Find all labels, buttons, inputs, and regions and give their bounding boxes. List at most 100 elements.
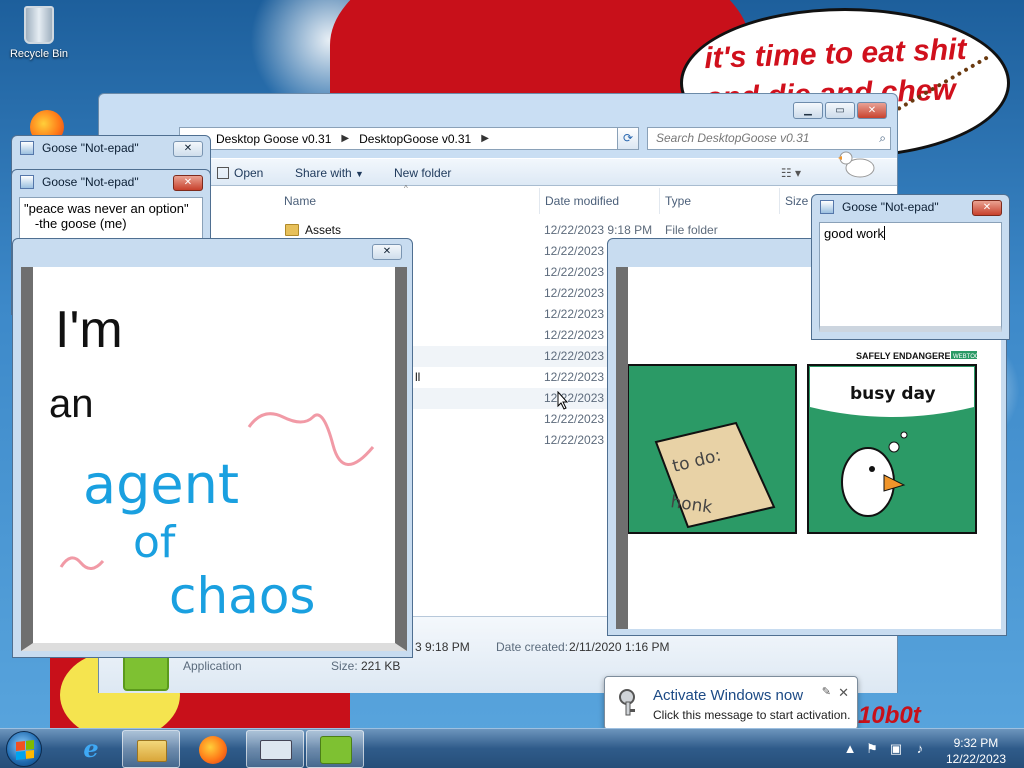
internet-explorer-button[interactable]: e: [62, 730, 120, 768]
notepad-window-3: Goose "Not-epad" ✕ good work: [811, 194, 1010, 340]
details-size: 221 KB: [361, 659, 401, 673]
pink-scribble: [59, 556, 105, 570]
notepad-icon: [20, 175, 34, 189]
row-date: 12/22/2023 9: [544, 349, 615, 363]
keyboard-icon: [260, 740, 292, 760]
network-icon[interactable]: ▣: [888, 741, 904, 757]
notepad-titlebar[interactable]: Goose "Not-epad": [20, 175, 139, 189]
open-label: Open: [234, 166, 264, 180]
taskbar: e ▲ ⚑ ▣ ♪ 9:32 PM 12/22/2023: [0, 728, 1024, 768]
column-date-modified[interactable]: Date modified: [545, 194, 619, 208]
comic-text-busy-day: busy day: [850, 384, 936, 404]
key-icon: [619, 689, 635, 716]
mouse-cursor-icon: [557, 391, 569, 410]
close-button[interactable]: ✕: [173, 175, 203, 191]
address-bar[interactable]: Desktop Goose v0.31 ▶ DesktopGoose v0.31…: [179, 127, 639, 150]
column-size[interactable]: Size: [785, 194, 808, 208]
close-button[interactable]: ✕: [372, 244, 402, 260]
chevron-down-icon: ▼: [355, 169, 364, 179]
close-icon[interactable]: ✕: [838, 685, 849, 701]
drawing-text-an: an: [49, 382, 94, 426]
clock-time: 9:32 PM: [953, 736, 999, 750]
drawing-window: ✕ I'm an agent of chaos: [12, 238, 413, 658]
notepad-titlebar[interactable]: Goose "Not-epad": [820, 200, 939, 214]
goose-app-icon: [320, 736, 352, 764]
breadcrumb-arrow-icon[interactable]: ▶: [341, 133, 349, 144]
notepad-text-area[interactable]: good work: [819, 222, 1002, 332]
activation-title: Activate Windows now: [653, 687, 804, 704]
row-date: 12/22/2023 9: [544, 244, 615, 258]
drawing-canvas: I'm an agent of chaos: [21, 267, 407, 651]
column-name[interactable]: Name: [284, 194, 316, 208]
recycle-bin-label: Recycle Bin: [9, 48, 69, 60]
drawing-text-im: I'm: [55, 301, 123, 359]
folder-icon: [285, 224, 299, 236]
notepad-text: good work: [824, 226, 884, 241]
row-date: 12/22/2023 9: [544, 265, 615, 279]
windows-logo-icon: [16, 740, 34, 760]
internet-explorer-icon: e: [83, 734, 99, 763]
maximize-button[interactable]: ▭: [825, 102, 855, 119]
volume-icon[interactable]: ♪: [912, 741, 928, 757]
column-divider[interactable]: [539, 188, 540, 214]
drawing-text-agent: agent: [83, 453, 239, 516]
notepad-titlebar[interactable]: Goose "Not-epad": [20, 141, 139, 155]
show-hidden-icons-icon[interactable]: ▲: [842, 741, 858, 757]
start-button[interactable]: [6, 731, 42, 767]
activation-message: Click this message to start activation.: [653, 708, 851, 722]
row-date: 12/22/2023 9: [544, 391, 615, 405]
pin-icon[interactable]: ✎: [822, 685, 831, 698]
desktop-goose-button[interactable]: [306, 730, 364, 768]
file-explorer-button[interactable]: [122, 730, 180, 768]
refresh-icon: ⟳: [622, 131, 634, 145]
row-date: 12/22/2023 9: [544, 433, 615, 447]
system-tray: ▲ ⚑ ▣ ♪ 9:32 PM 12/22/2023: [834, 729, 1024, 768]
goose-icon[interactable]: [836, 150, 876, 180]
search-icon[interactable]: ⌕: [879, 128, 886, 149]
firefox-icon: [199, 736, 227, 764]
close-button[interactable]: ✕: [972, 200, 1002, 216]
details-size-label: Size:: [331, 659, 358, 673]
minimize-button[interactable]: ▁: [793, 102, 823, 119]
details-date-created-label: Date created:: [496, 640, 569, 654]
wallpaper-signature: 10b0t: [858, 702, 921, 729]
clock-date: 12/22/2023: [945, 752, 1006, 766]
activation-notification[interactable]: Activate Windows now Click this message …: [604, 676, 858, 730]
share-with-button[interactable]: Share with ▼: [295, 166, 364, 180]
thought-dot: [900, 431, 908, 439]
refresh-button[interactable]: ⟳: [617, 127, 639, 150]
row-date: 12/22/2023 9:18 PM: [544, 223, 653, 237]
column-type[interactable]: Type: [665, 194, 691, 208]
notepad-title: Goose "Not-epad": [842, 200, 939, 214]
comic-header: SAFELY ENDANGERED: [856, 351, 958, 361]
view-options-icon[interactable]: ☷ ▾: [781, 166, 801, 180]
share-with-label: Share with: [295, 166, 352, 180]
close-button[interactable]: ✕: [857, 102, 887, 119]
breadcrumb-arrow-icon[interactable]: ▶: [481, 133, 489, 144]
row-date: 12/22/2023 9: [544, 370, 615, 384]
row-date: 12/22/2023 9: [544, 286, 615, 300]
action-center-icon[interactable]: ⚑: [864, 741, 880, 757]
column-divider[interactable]: [659, 188, 660, 214]
breadcrumb-0[interactable]: Desktop Goose v0.31: [216, 132, 331, 146]
breadcrumb-1[interactable]: DesktopGoose v0.31: [359, 132, 471, 146]
firefox-button[interactable]: [184, 730, 242, 768]
new-folder-button[interactable]: New folder: [394, 166, 451, 180]
drawing-text-of: of: [133, 517, 177, 568]
sort-arrow-icon: ^: [404, 184, 408, 193]
row-name: Assets: [305, 223, 342, 237]
open-button[interactable]: Open: [217, 166, 263, 180]
notepad-title: Goose "Not-epad": [42, 175, 139, 189]
recycle-bin[interactable]: Recycle Bin: [4, 6, 74, 60]
notepad-icon: [820, 200, 834, 214]
details-date-created: 2/11/2020 1:16 PM: [569, 640, 670, 654]
goose-eye: [869, 466, 875, 472]
close-button[interactable]: ✕: [173, 141, 203, 157]
onscreen-keyboard-button[interactable]: [246, 730, 304, 768]
search-input[interactable]: Search DesktopGoose v0.31 ⌕: [647, 127, 891, 150]
row-name: ll: [415, 370, 421, 384]
row-date: 12/22/2023 9: [544, 307, 615, 321]
column-divider[interactable]: [779, 188, 780, 214]
pink-scribble: [247, 412, 375, 466]
clock[interactable]: 9:32 PM 12/22/2023: [946, 735, 1006, 767]
